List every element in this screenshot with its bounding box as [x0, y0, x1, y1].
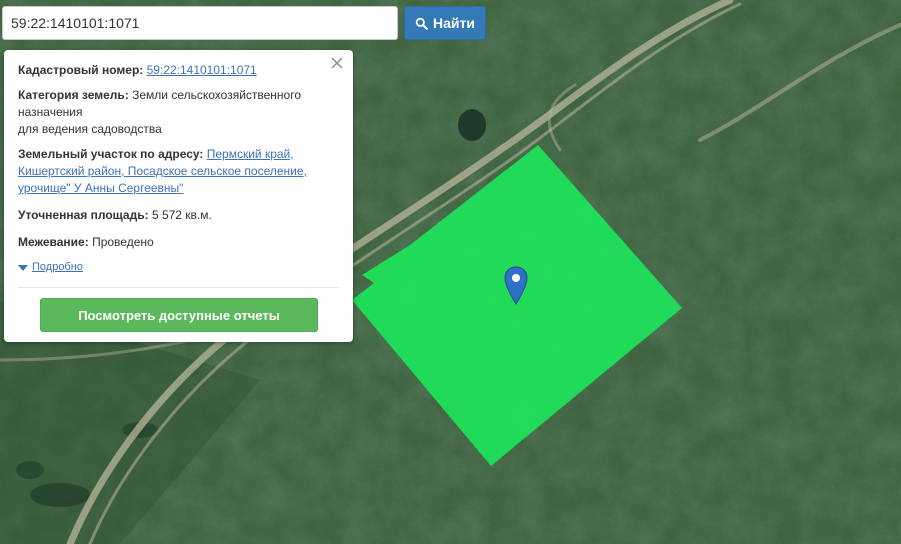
category-row: Категория земель: Земли сельскохозяйстве… — [18, 87, 339, 138]
search-input[interactable] — [2, 6, 398, 40]
view-reports-button[interactable]: Посмотреть доступные отчеты — [40, 298, 318, 332]
cadastral-number-link[interactable]: 59:22:1410101:1071 — [147, 63, 257, 77]
category-label: Категория земель: — [18, 88, 129, 102]
address-link-line3[interactable]: урочище" У Анны Сергеевны" — [18, 181, 183, 195]
details-link-label[interactable]: Подробно — [32, 259, 83, 276]
map-pin-icon[interactable] — [503, 266, 529, 306]
view-reports-label: Посмотреть доступные отчеты — [78, 307, 280, 323]
address-link-line1[interactable]: Пермский край, — [207, 147, 294, 161]
search-button-label: Найти — [433, 15, 475, 31]
caret-down-icon — [18, 264, 28, 271]
area-label: Уточненная площадь: — [18, 208, 149, 222]
popup-divider — [18, 287, 339, 288]
area-row: Уточненная площадь: 5 572 кв.м. — [18, 207, 339, 224]
search-icon — [415, 17, 428, 30]
category-use: для ведения садоводства — [18, 122, 162, 136]
cadastral-label: Кадастровый номер: — [18, 63, 144, 77]
survey-label: Межевание: — [18, 235, 89, 249]
search-button[interactable]: Найти — [404, 6, 486, 40]
close-icon[interactable] — [329, 55, 345, 71]
cadastral-row: Кадастровый номер: 59:22:1410101:1071 — [18, 62, 339, 79]
address-row: Земельный участок по адресу: Пермский кр… — [18, 146, 339, 197]
survey-row: Межевание: Проведено — [18, 234, 339, 251]
survey-value: Проведено — [92, 235, 154, 249]
address-label: Земельный участок по адресу: — [18, 147, 204, 161]
parcel-info-popup: Кадастровый номер: 59:22:1410101:1071 Ка… — [4, 50, 353, 342]
area-value: 5 572 кв.м. — [151, 208, 212, 222]
address-link-line2[interactable]: Кишертский район, Посадское сельское пос… — [18, 164, 307, 178]
details-link[interactable]: Подробно — [18, 259, 339, 276]
